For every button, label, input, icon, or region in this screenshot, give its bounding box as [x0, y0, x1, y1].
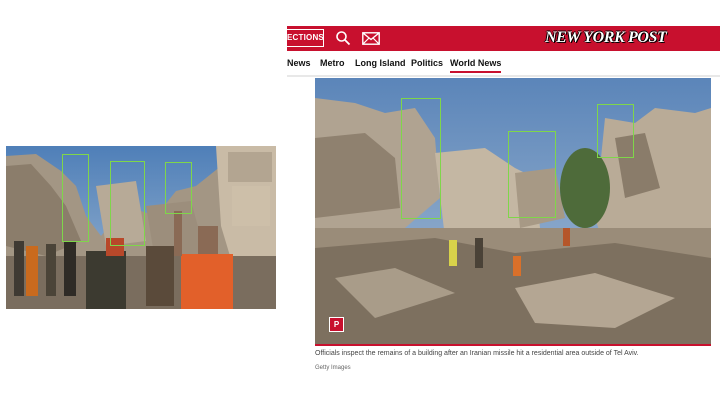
- nav-item-world-news[interactable]: World News: [450, 58, 502, 73]
- mail-icon[interactable]: [362, 32, 380, 45]
- image-credit: Getty Images: [315, 365, 351, 371]
- section-nav: News Metro Long Island Politics World Ne…: [287, 55, 720, 77]
- highlight-box: [62, 154, 89, 242]
- search-icon[interactable]: [335, 30, 351, 46]
- highlight-box: [597, 104, 634, 158]
- highlight-box: [165, 162, 192, 214]
- comparison-photo: [6, 146, 276, 309]
- nav-item-news[interactable]: News: [287, 58, 311, 68]
- post-logo-badge: P: [329, 317, 344, 332]
- site-header: ECTIONS NEW YORK POST: [287, 26, 720, 51]
- nav-item-long-island[interactable]: Long Island: [355, 58, 406, 68]
- article-screenshot: ECTIONS NEW YORK POST News Metro Long Is…: [287, 26, 720, 386]
- hero-image[interactable]: P: [315, 78, 711, 344]
- highlight-box: [401, 98, 441, 219]
- image-caption: Officials inspect the remains of a build…: [315, 350, 639, 357]
- highlight-box: [110, 161, 145, 246]
- sections-button[interactable]: ECTIONS: [287, 29, 324, 47]
- highlight-box: [508, 131, 556, 218]
- nav-item-metro[interactable]: Metro: [320, 58, 345, 68]
- nav-item-politics[interactable]: Politics: [411, 58, 443, 68]
- brand-logo[interactable]: NEW YORK POST: [545, 29, 667, 47]
- image-divider: [315, 344, 711, 346]
